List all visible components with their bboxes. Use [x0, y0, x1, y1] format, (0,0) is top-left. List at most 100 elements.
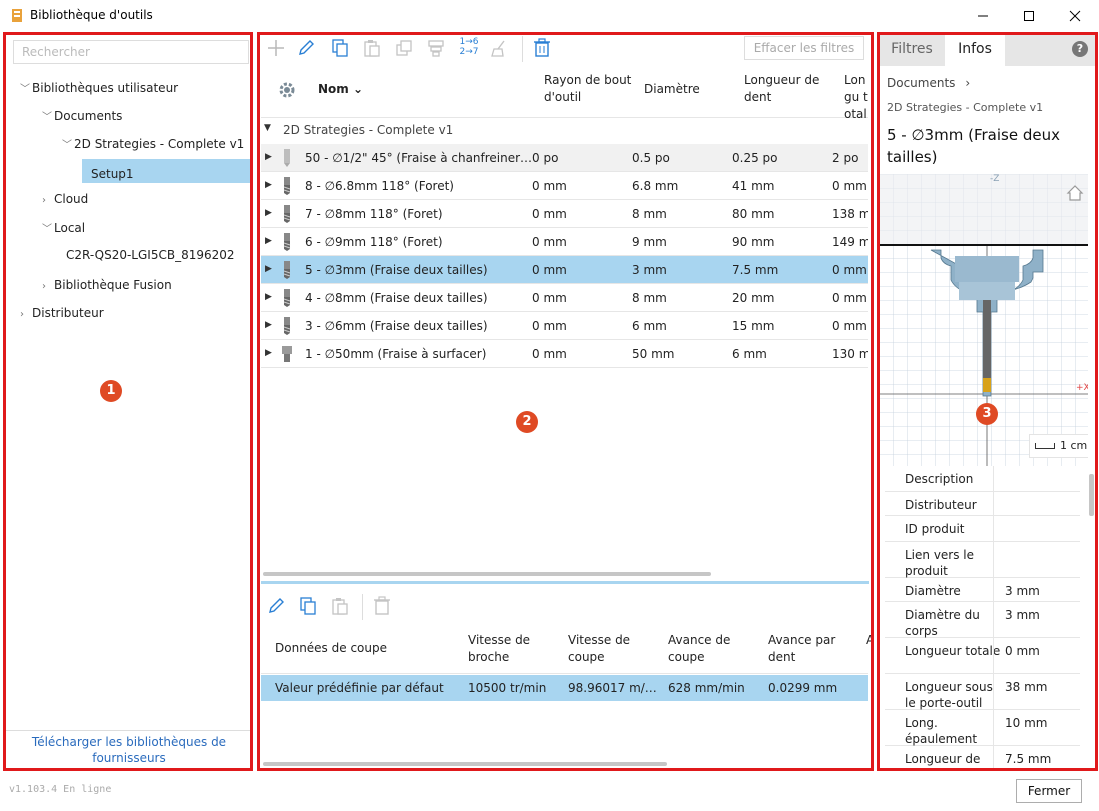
chevron-right-icon: › [965, 76, 971, 90]
home-icon[interactable] [1065, 183, 1085, 203]
paste-icon[interactable] [362, 38, 382, 58]
holder-icon[interactable] [426, 38, 446, 58]
col-flute-length[interactable]: Longueur de dent [744, 72, 824, 106]
chevron-down-icon: ﹀ [42, 224, 52, 235]
col-name-label: Nom [318, 82, 349, 96]
group-header[interactable]: ▼ 2D Strategies - Complete v1 [261, 118, 868, 142]
cell-diameter: 0.5 po [632, 151, 670, 165]
cell-feed-tooth: 0.0299 mm [768, 681, 838, 695]
tree-item-user-libraries[interactable]: ﹀ Bibliothèques utilisateur [20, 80, 178, 95]
tree-label: Local [54, 221, 86, 235]
expand-triangle-icon[interactable]: ▶ [265, 236, 272, 246]
horizontal-scrollbar[interactable] [263, 572, 711, 576]
cell-flute: 90 mm [732, 235, 775, 249]
property-row: Description [885, 466, 1080, 492]
col-diameter[interactable]: Diamètre [644, 81, 700, 98]
chevron-down-icon: ﹀ [20, 84, 30, 95]
property-label: Long. épaulement [905, 716, 978, 746]
tool-thumbnail-icon [283, 177, 291, 195]
copy-icon[interactable] [330, 38, 350, 58]
tab-infos[interactable]: Infos [945, 32, 1005, 66]
chevron-right-icon: › [42, 195, 46, 206]
trash-icon[interactable] [532, 38, 552, 58]
renumber-icon[interactable]: 1→6 2→7 [457, 37, 481, 57]
cell-flute: 20 mm [732, 291, 775, 305]
column-divider [993, 516, 994, 541]
column-divider [993, 602, 994, 637]
tree-item-fusion-library[interactable]: › Bibliothèque Fusion [42, 278, 172, 292]
tool-row[interactable]: ▶ 1 - ∅50mm (Fraise à surfacer) 0 mm 50 mm 6… [261, 340, 868, 368]
expand-triangle-icon[interactable]: ▶ [265, 348, 272, 358]
breadcrumb[interactable]: Documents › [887, 76, 970, 90]
col-more[interactable]: A [866, 632, 872, 649]
col-feed-per-tooth[interactable]: Avance par dent [768, 632, 848, 666]
cell-surface: 98.96017 m/… [568, 681, 657, 695]
panel-splitter[interactable] [261, 581, 869, 584]
col-name[interactable]: Nom ⌄ [318, 81, 363, 98]
minimize-button[interactable] [960, 0, 1006, 32]
close-button[interactable]: Fermer [1016, 779, 1082, 803]
vertical-scrollbar[interactable] [1089, 474, 1094, 516]
add-icon[interactable] [266, 38, 286, 58]
expand-triangle-icon[interactable]: ▶ [265, 320, 272, 330]
tool-thumbnail-icon [283, 317, 291, 335]
scale-label: 1 cm [1060, 439, 1088, 452]
column-divider [993, 638, 994, 673]
tool-row[interactable]: ▶ 7 - ∅8mm 118° (Foret) 0 mm 8 mm 80 mm 138 m… [261, 200, 868, 228]
col-cutting-data[interactable]: Données de coupe [275, 640, 387, 657]
edit-icon[interactable] [266, 596, 286, 616]
help-icon[interactable]: ? [1072, 41, 1088, 57]
window-title: Bibliothèque d'outils [30, 8, 153, 22]
cutting-row[interactable]: Valeur prédéfinie par défaut 10500 tr/mi… [261, 675, 868, 701]
expand-triangle-icon[interactable]: ▶ [265, 264, 272, 274]
property-label: Longueur sous le porte-outil [905, 680, 993, 710]
col-surface-speed[interactable]: Vitesse de coupe [568, 632, 648, 666]
horizontal-scrollbar[interactable] [263, 762, 667, 766]
cell-radius: 0 mm [532, 291, 567, 305]
tab-filters[interactable]: Filtres [879, 32, 945, 66]
scale-indicator: 1 cm [1029, 434, 1088, 458]
cell-diameter: 6 mm [632, 319, 667, 333]
clear-filters-button[interactable]: Effacer les filtres [744, 36, 864, 60]
expand-triangle-icon[interactable]: ▶ [265, 180, 272, 190]
copy-icon[interactable] [298, 596, 318, 616]
edit-icon[interactable] [296, 38, 316, 58]
cell-radius: 0 mm [532, 235, 567, 249]
tree-item-local-file[interactable]: C2R-QS20-LGI5CB_8196202 [66, 248, 235, 262]
col-spindle-speed[interactable]: Vitesse de broche [468, 632, 548, 666]
col-cutting-feed[interactable]: Avance de coupe [668, 632, 748, 666]
property-value: 3 mm [1005, 608, 1040, 622]
tree-item-documents[interactable]: ﹀ Documents [42, 108, 122, 123]
col-overall-length[interactable]: Longu total [844, 72, 868, 123]
broom-icon[interactable] [489, 38, 509, 58]
tool-row[interactable]: ▶ 50 - ∅1/2" 45° (Fraise à chanfreiner… 0 … [261, 144, 868, 172]
expand-triangle-icon[interactable]: ▶ [265, 208, 272, 218]
tree-item-local[interactable]: ﹀ Local [42, 220, 85, 235]
close-window-button[interactable] [1052, 0, 1098, 32]
property-label: Longueur totale [905, 644, 1001, 658]
search-input[interactable]: Rechercher [13, 40, 249, 64]
download-vendor-libraries-link[interactable]: Télécharger les bibliothèques de fournis… [19, 734, 239, 766]
paste-icon[interactable] [330, 596, 350, 616]
tree-item-distributor[interactable]: › Distributeur [20, 306, 104, 320]
col-corner-radius[interactable]: Rayon de bout d'outil [544, 72, 634, 106]
cell-radius: 0 mm [532, 263, 567, 277]
tool-row[interactable]: ▶ 6 - ∅9mm 118° (Foret) 0 mm 9 mm 90 mm 149 m… [261, 228, 868, 256]
cell-total: 0 mm [832, 291, 867, 305]
tool-row[interactable]: ▶ 3 - ∅6mm (Fraise deux tailles) 0 mm 6 mm 1… [261, 312, 868, 340]
expand-triangle-icon[interactable]: ▶ [265, 292, 272, 302]
toolbar-separator [362, 594, 363, 620]
expand-triangle-icon[interactable]: ▶ [265, 152, 272, 162]
duplicate-icon[interactable] [394, 38, 414, 58]
tree-item-setup[interactable]: Setup1 [91, 167, 134, 181]
tool-row[interactable]: ▶ 8 - ∅6.8mm 118° (Foret) 0 mm 6.8 mm 41 mm 0… [261, 172, 868, 200]
tool-row[interactable]: ▶ 5 - ∅3mm (Fraise deux tailles) 0 mm 3 mm 7… [261, 256, 868, 284]
title-bar: Bibliothèque d'outils [0, 0, 1099, 32]
tree-item-strategies[interactable]: ﹀ 2D Strategies - Complete v1 [62, 136, 244, 151]
trash-icon[interactable] [372, 596, 392, 616]
gear-icon[interactable] [278, 81, 296, 99]
tree-label: Documents [54, 109, 123, 123]
maximize-button[interactable] [1006, 0, 1052, 32]
tree-item-cloud[interactable]: › Cloud [42, 192, 88, 206]
tool-row[interactable]: ▶ 4 - ∅8mm (Fraise deux tailles) 0 mm 8 mm 2… [261, 284, 868, 312]
